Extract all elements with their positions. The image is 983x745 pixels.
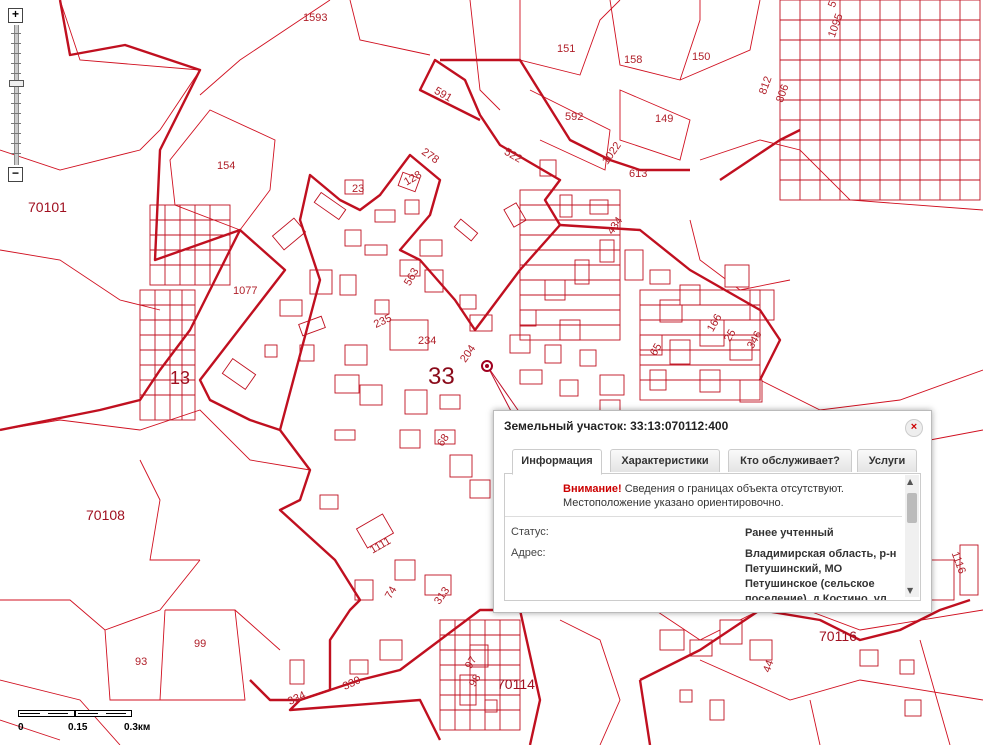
scroll-up-icon[interactable]: ▲ [907, 477, 913, 486]
cadastral-block-label: 70116 [819, 628, 857, 644]
parcel-label: 99 [194, 638, 207, 650]
parcel-label: 150 [692, 51, 711, 63]
tab-who-serves[interactable]: Кто обслуживает? [728, 449, 852, 472]
parcel-label: 1593 [303, 12, 328, 24]
status-label: Статус: [511, 526, 549, 538]
scale-label: 0.3км [124, 722, 151, 733]
parcel-label: 23 [352, 183, 365, 195]
parcel-label: 93 [135, 656, 148, 668]
parcel-label: 151 [557, 43, 576, 55]
address-value: Владимирская область, р-н Петушинский, М… [745, 548, 897, 601]
parcel-label: 592 [565, 111, 584, 123]
status-value: Ранее учтенный [745, 527, 834, 539]
parcel-label: 1077 [233, 285, 258, 297]
popup-title: Земельный участок: 33:13:070112:400 [504, 419, 729, 433]
cadastral-district-label: 13 [170, 368, 191, 388]
zoom-slider-handle[interactable] [9, 80, 24, 87]
panel-scrollbar[interactable]: ▲ ▼ [905, 475, 919, 597]
zoom-out-button[interactable]: − [8, 167, 23, 182]
zoom-control: + − [8, 8, 24, 182]
tab-characteristics[interactable]: Характеристики [610, 449, 720, 472]
parcel-label: 234 [418, 335, 437, 347]
warning-label: Внимание! [563, 483, 622, 495]
boundary-warning: Внимание! Сведения о границах объекта от… [563, 482, 863, 510]
address-label: Адрес: [511, 547, 546, 559]
cadastral-block-label: 70101 [28, 199, 67, 215]
scroll-down-icon[interactable]: ▼ [907, 586, 913, 595]
parcel-label: 158 [624, 54, 643, 66]
zoom-slider[interactable] [8, 25, 24, 165]
scrollbar-thumb[interactable] [907, 493, 917, 523]
tab-services[interactable]: Услуги [857, 449, 917, 472]
parcel-label: 149 [655, 113, 674, 125]
cadastral-block-label: 70114 [497, 676, 535, 692]
parcel-label: 613 [629, 168, 648, 180]
scale-label: 0.15 [68, 722, 88, 733]
parcel-label: 154 [217, 160, 236, 172]
cadastral-map[interactable]: 1593 151 158 150 591 592 149 522 1022 61… [0, 0, 983, 745]
parcel-info-popup: Земельный участок: 33:13:070112:400 × Ин… [493, 410, 932, 613]
divider [505, 516, 902, 517]
tab-information[interactable]: Информация [512, 449, 602, 475]
close-button[interactable]: × [905, 419, 923, 437]
info-panel: Внимание! Сведения о границах объекта от… [504, 473, 921, 601]
zoom-in-button[interactable]: + [8, 8, 23, 23]
cadastral-region-label: 33 [428, 363, 455, 390]
scale-label: 0 [18, 722, 24, 733]
cadastral-block-label: 70108 [86, 507, 125, 523]
popup-tabs: Информация Характеристики Кто обслуживае… [504, 449, 919, 475]
